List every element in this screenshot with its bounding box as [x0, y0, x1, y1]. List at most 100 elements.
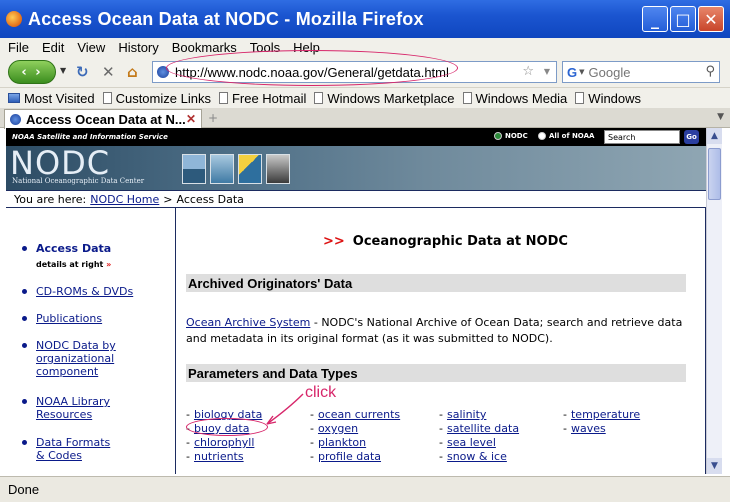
menu-bookmarks[interactable]: Bookmarks — [172, 40, 237, 55]
param-item[interactable]: - waves — [563, 422, 640, 436]
temperature-link[interactable]: temperature — [571, 408, 640, 421]
search-bar[interactable]: G ▼ ⚲ — [562, 61, 720, 83]
satellite-data-link[interactable]: satellite data — [447, 422, 519, 435]
close-button[interactable]: ✕ — [698, 6, 724, 32]
page-icon — [314, 92, 324, 104]
param-item[interactable]: - nutrients — [186, 450, 262, 464]
oxygen-link[interactable]: oxygen — [318, 422, 358, 435]
param-item[interactable]: - snow & ice — [439, 450, 519, 464]
new-tab-button[interactable]: + — [208, 111, 218, 125]
menu-help[interactable]: Help — [293, 40, 320, 55]
most-visited-icon — [8, 93, 20, 103]
sidebar-item-nodc-data-by-component[interactable]: NODC Data by organizational component — [22, 339, 120, 378]
bookmarks-toolbar: Most Visited Customize Links Free Hotmai… — [0, 88, 730, 108]
breadcrumb: You are here: NODC Home > Access Data — [6, 190, 706, 208]
chevron-right-icon: » — [106, 260, 112, 269]
bullet-icon — [22, 399, 27, 404]
page-scrollbar[interactable]: ▲ ▼ — [706, 128, 722, 474]
bookmark-customize-links[interactable]: Customize Links — [102, 91, 211, 106]
noaa-service-strip: NOAA Satellite and Information Service N… — [6, 128, 706, 146]
salinity-link[interactable]: salinity — [447, 408, 486, 421]
radio-selected-icon — [494, 132, 502, 140]
menu-view[interactable]: View — [77, 40, 105, 55]
scope-all-noaa-radio[interactable]: All of NOAA — [538, 132, 594, 140]
menu-file[interactable]: File — [8, 40, 29, 55]
sidebar-item-publications[interactable]: Publications — [22, 312, 102, 325]
nutrients-link[interactable]: nutrients — [194, 450, 244, 463]
bookmark-star-icon[interactable]: ☆ — [522, 64, 534, 79]
site-search-go-button[interactable]: Go — [684, 130, 699, 144]
nodc-logo-subtitle: National Oceanographic Data Center — [12, 177, 145, 185]
sidebar-item-cd-roms[interactable]: CD-ROMs & DVDs — [22, 285, 133, 298]
sidebar-item-label[interactable]: NOAA Library Resources — [36, 395, 110, 421]
tab-list-dropdown-icon[interactable]: ▼ — [717, 112, 724, 122]
reload-icon[interactable]: ↻ — [76, 63, 89, 81]
menu-edit[interactable]: Edit — [42, 40, 64, 55]
back-forward-button[interactable]: ‹ › — [8, 60, 56, 84]
bookmark-windows[interactable]: Windows — [575, 91, 641, 106]
param-item[interactable]: - oxygen — [310, 422, 400, 436]
sidebar-item-noaa-library[interactable]: NOAA Library Resources — [22, 395, 116, 421]
sea-level-link[interactable]: sea level — [447, 436, 496, 449]
param-item[interactable]: - salinity — [439, 408, 519, 422]
search-icon[interactable]: ⚲ — [705, 64, 715, 79]
breadcrumb-separator: > — [163, 192, 173, 206]
breadcrumb-home-link[interactable]: NODC Home — [90, 193, 159, 206]
bookmark-windows-media[interactable]: Windows Media — [462, 91, 567, 106]
minimize-button[interactable]: _ — [642, 6, 668, 32]
history-dropdown-icon[interactable]: ▼ — [60, 66, 66, 75]
param-item[interactable]: - sea level — [439, 436, 519, 450]
ocean-currents-link[interactable]: ocean currents — [318, 408, 400, 421]
scrollbar-thumb[interactable] — [708, 148, 721, 200]
status-text: Done — [8, 482, 40, 497]
scroll-up-icon[interactable]: ▲ — [707, 128, 722, 144]
nodc-banner: NODC National Oceanographic Data Center — [6, 144, 706, 190]
param-item[interactable]: - chlorophyll — [186, 436, 262, 450]
maximize-button[interactable]: □ — [670, 6, 696, 32]
menu-history[interactable]: History — [118, 40, 158, 55]
profile-data-link[interactable]: profile data — [318, 450, 381, 463]
google-engine-icon[interactable]: G — [567, 65, 577, 80]
url-input[interactable] — [175, 64, 520, 80]
main-content: >> Oceanographic Data at NODC Archived Or… — [177, 208, 706, 474]
window-title: Access Ocean Data at NODC - Mozilla Fire… — [28, 8, 424, 29]
sidebar-item-data-formats[interactable]: Data Formats & Codes — [22, 436, 116, 462]
ocean-archive-system-link[interactable]: Ocean Archive System — [186, 316, 310, 329]
param-item[interactable]: - temperature — [563, 408, 640, 422]
bullet-icon — [22, 246, 27, 251]
param-item[interactable]: - ocean currents — [310, 408, 400, 422]
close-tab-icon[interactable]: ✕ — [186, 112, 196, 126]
sidebar-item-label[interactable]: CD-ROMs & DVDs — [36, 285, 133, 298]
url-bar[interactable]: ☆ ▼ — [152, 61, 557, 83]
sidebar-item-label[interactable]: Publications — [36, 312, 102, 325]
sidebar-item-label[interactable]: NODC Data by organizational component — [36, 339, 116, 378]
home-icon[interactable]: ⌂ — [127, 63, 138, 81]
status-bar: Done — [0, 476, 730, 502]
stop-icon[interactable]: ✕ — [102, 63, 115, 81]
instrument-image — [266, 154, 290, 184]
plankton-link[interactable]: plankton — [318, 436, 366, 449]
param-item[interactable]: - plankton — [310, 436, 400, 450]
bookmark-most-visited[interactable]: Most Visited — [8, 91, 95, 106]
scope-nodc-radio[interactable]: NODC — [494, 132, 528, 140]
param-item[interactable]: - profile data — [310, 450, 400, 464]
sidebar-item-label[interactable]: Data Formats & Codes — [36, 436, 110, 462]
snow-ice-link[interactable]: snow & ice — [447, 450, 507, 463]
param-item[interactable]: - satellite data — [439, 422, 519, 436]
search-input[interactable] — [588, 64, 689, 80]
site-search-input[interactable] — [604, 130, 680, 144]
menu-bar: File Edit View History Bookmarks Tools H… — [0, 38, 730, 56]
bookmark-free-hotmail[interactable]: Free Hotmail — [218, 91, 306, 106]
page-icon — [102, 92, 112, 104]
site-identity-icon[interactable] — [157, 66, 169, 78]
bullet-icon — [22, 289, 27, 294]
url-dropdown-icon[interactable]: ▼ — [544, 67, 550, 76]
page-icon — [462, 92, 472, 104]
menu-tools[interactable]: Tools — [250, 40, 280, 55]
scroll-down-icon[interactable]: ▼ — [707, 458, 722, 474]
tab-access-ocean-data[interactable]: Access Ocean Data at N... ✕ — [4, 109, 202, 129]
engine-dropdown-icon[interactable]: ▼ — [579, 68, 584, 76]
chlorophyll-link[interactable]: chlorophyll — [194, 436, 254, 449]
waves-link[interactable]: waves — [571, 422, 606, 435]
bookmark-windows-marketplace[interactable]: Windows Marketplace — [314, 91, 455, 106]
